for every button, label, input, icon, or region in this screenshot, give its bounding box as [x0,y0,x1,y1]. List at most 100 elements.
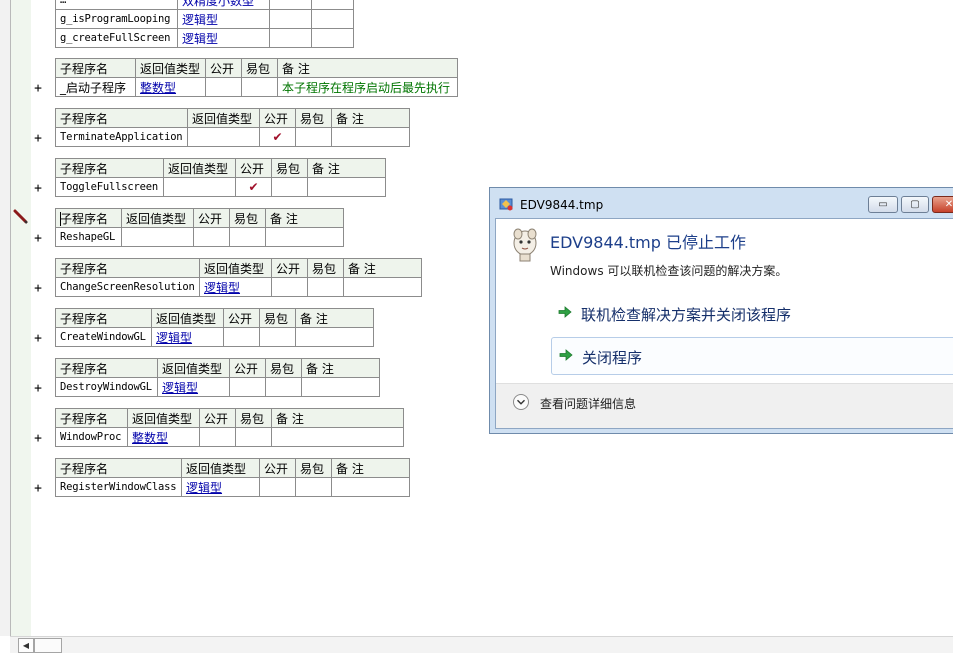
expand-plus-icon[interactable]: + [32,182,44,195]
return-type-cell[interactable] [187,127,260,147]
expand-plus-icon[interactable]: + [32,132,44,145]
application-icon [499,198,513,211]
variable-name-cell[interactable]: g_isProgramLooping [55,9,178,29]
return-type-cell[interactable] [121,227,194,247]
variable-type-cell[interactable]: 逻辑型 [177,28,270,48]
header-return-type: 返回值类型 [157,358,230,378]
expand-plus-icon[interactable]: + [32,82,44,95]
subroutine-row: CreateWindowGL 逻辑型 [55,327,374,347]
table-row: g_createFullScreen 逻辑型 [55,28,354,48]
remark-cell[interactable] [301,377,380,397]
maximize-button[interactable]: ▢ [901,196,929,213]
header-sub-name: 子程序名 [55,58,136,78]
public-cell[interactable] [193,227,230,247]
subroutine-row: DestroyWindowGL 逻辑型 [55,377,380,397]
empty-cell[interactable] [311,9,354,29]
empty-cell[interactable] [311,28,354,48]
expand-plus-icon[interactable]: + [32,482,44,495]
check-online-close-option[interactable]: 联机检查解决方案并关闭该程序 [551,295,953,333]
easy-pkg-cell[interactable] [235,427,272,447]
return-type-cell[interactable]: 逻辑型 [157,377,230,397]
public-cell[interactable] [271,277,308,297]
minimize-button[interactable]: ▭ [868,196,898,213]
subroutine-name-cell[interactable]: ChangeScreenResolution [55,277,200,297]
close-program-option[interactable]: 关闭程序 [551,337,953,375]
remark-cell[interactable]: 本子程序在程序启动后最先执行 [277,77,458,97]
header-easy-pkg: 易包 [259,308,296,328]
empty-cell[interactable] [311,0,354,10]
easy-pkg-cell[interactable] [271,177,308,197]
public-cell[interactable] [229,377,266,397]
program-stopped-dialog: EDV9844.tmp ▭ ▢ ✕ EDV9844.tmp 已停止工作 Wind… [489,187,953,434]
return-type-cell[interactable]: 逻辑型 [181,477,260,497]
public-cell[interactable] [259,477,296,497]
return-type-cell[interactable]: 逻辑型 [151,327,224,347]
remark-cell[interactable] [271,427,404,447]
remark-cell[interactable] [295,327,374,347]
remark-cell[interactable] [265,227,344,247]
remark-cell[interactable] [307,177,386,197]
variable-type-cell[interactable]: 双精度小数型 [177,0,270,10]
public-cell[interactable] [205,77,242,97]
subroutine-name-cell[interactable]: ToggleFullscreen [55,177,164,197]
header-sub-name: 子程序名 [55,458,182,478]
empty-cell[interactable] [269,0,312,10]
remark-cell[interactable] [331,127,410,147]
variable-type-cell[interactable]: 逻辑型 [177,9,270,29]
header-sub-name: 子程序名 [55,358,158,378]
subroutine-name-cell[interactable]: CreateWindowGL [55,327,152,347]
scroll-left-arrow-icon[interactable]: ◀ [18,638,34,653]
dialog-titlebar[interactable]: EDV9844.tmp ▭ ▢ ✕ [490,188,953,218]
return-type-cell[interactable]: 整数型 [135,77,206,97]
horizontal-scrollbar[interactable]: ◀ [10,636,953,653]
return-type-cell[interactable]: 整数型 [127,427,200,447]
close-button[interactable]: ✕ [932,196,953,213]
expand-plus-icon[interactable]: + [32,432,44,445]
subroutine-name-cell[interactable]: RegisterWindowClass [55,477,182,497]
subroutine-table-register-window-class: 子程序名 返回值类型 公开 易包 备 注 RegisterWindowClass… [55,458,410,497]
subroutine-header-row: 子程序名 返回值类型 公开 易包 备 注 [55,158,386,178]
scrollbar-thumb[interactable] [34,638,62,653]
dialog-content: EDV9844.tmp 已停止工作 Windows 可以联机检查该问题的解决方案… [495,218,953,429]
remark-cell[interactable] [331,477,410,497]
public-cell[interactable] [199,427,236,447]
return-type-cell[interactable]: 逻辑型 [199,277,272,297]
empty-cell[interactable] [269,9,312,29]
subroutine-name-cell[interactable]: ReshapeGL [55,227,122,247]
easy-pkg-cell[interactable] [265,377,302,397]
public-check-icon[interactable]: ✔ [235,177,272,197]
expand-plus-icon[interactable]: + [32,332,44,345]
easy-pkg-cell[interactable] [241,77,278,97]
variable-name-cell[interactable]: … [55,0,178,10]
easy-pkg-cell[interactable] [295,477,332,497]
chevron-down-icon[interactable] [513,394,529,410]
green-arrow-icon [558,306,572,318]
public-check-icon[interactable]: ✔ [259,127,296,147]
header-remark: 备 注 [331,108,410,128]
subroutine-row: WindowProc 整数型 [55,427,404,447]
expand-plus-icon[interactable]: + [32,382,44,395]
easy-pkg-cell[interactable] [229,227,266,247]
easy-pkg-cell[interactable] [259,327,296,347]
subroutine-header-row: 子程序名 返回值类型 公开 易包 备 注 [55,108,410,128]
expand-plus-icon[interactable]: + [32,282,44,295]
variable-name-cell[interactable]: g_createFullScreen [55,28,178,48]
header-easy-pkg: 易包 [295,458,332,478]
subroutine-header-row: 子程序名 返回值类型 公开 易包 备 注 [55,408,404,428]
empty-cell[interactable] [269,28,312,48]
easy-pkg-cell[interactable] [307,277,344,297]
subroutine-name-cell[interactable]: DestroyWindowGL [55,377,158,397]
header-public: 公开 [259,458,296,478]
subroutine-name-cell[interactable]: WindowProc [55,427,128,447]
subroutine-header-row: 子程序名 返回值类型 公开 易包 备 注 [55,458,410,478]
public-cell[interactable] [223,327,260,347]
easy-pkg-cell[interactable] [295,127,332,147]
remark-cell[interactable] [343,277,422,297]
subroutine-name-cell[interactable]: TerminateApplication [55,127,188,147]
subroutine-name-cell[interactable]: _启动子程序 [55,77,136,97]
view-problem-details-link[interactable]: 查看问题详细信息 [540,395,636,412]
expand-plus-icon[interactable]: + [32,232,44,245]
header-remark: 备 注 [277,58,458,78]
header-return-type: 返回值类型 [127,408,200,428]
return-type-cell[interactable] [163,177,236,197]
